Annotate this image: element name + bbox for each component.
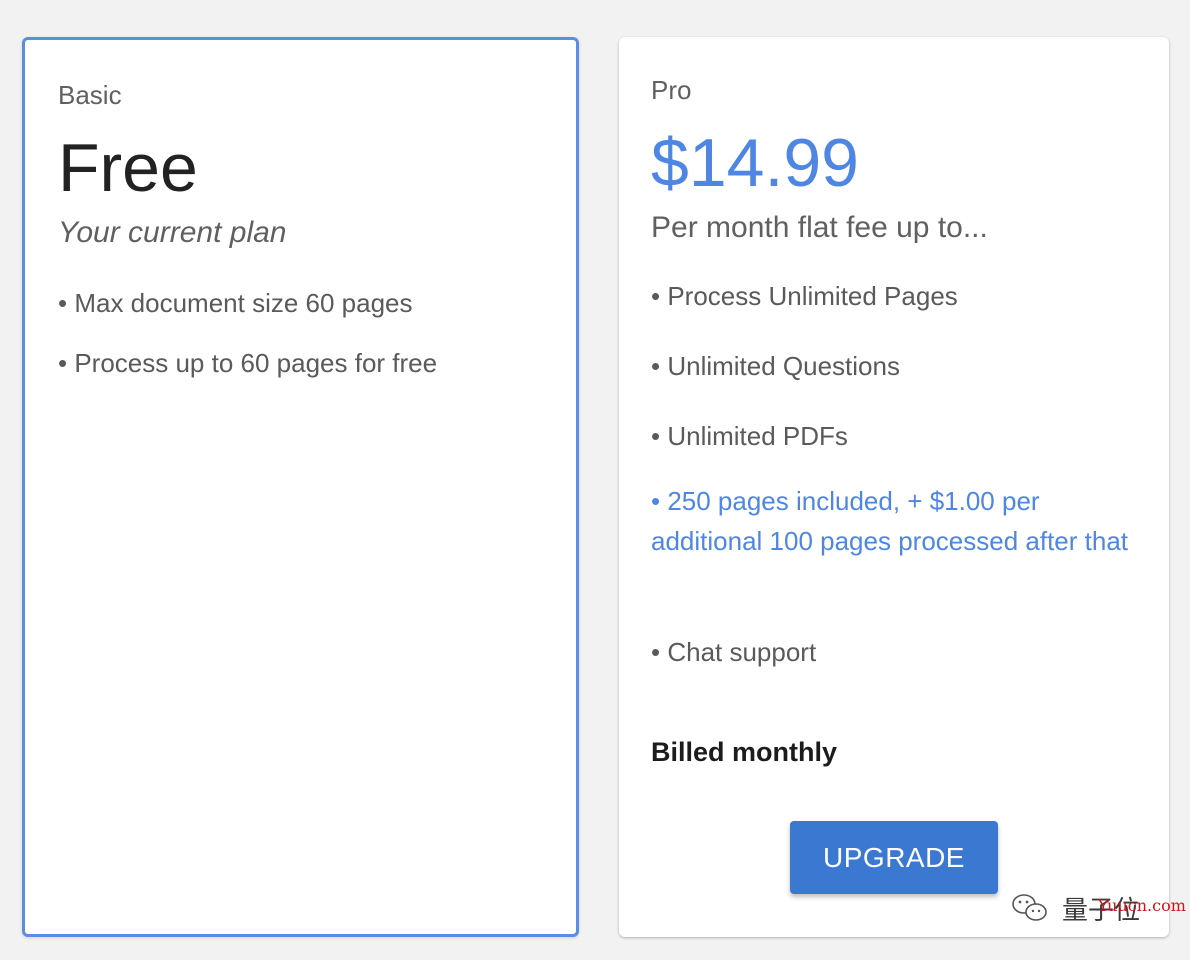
feature-item: • Process up to 60 pages for free — [58, 348, 438, 378]
feature-item-highlight: • 250 pages included, + $1.00 per additi… — [651, 486, 1129, 556]
feature-item: • Unlimited PDFs — [651, 421, 848, 451]
pro-plan-card: Pro $14.99 Per month flat fee up to... •… — [619, 37, 1169, 937]
plan-price: $14.99 — [651, 125, 859, 201]
feature-item: • Chat support — [651, 637, 817, 667]
plan-name: Pro — [651, 75, 692, 105]
plan-subtitle: Per month flat fee up to... — [651, 211, 988, 244]
feature-item: • Unlimited Questions — [651, 351, 900, 381]
current-plan-label: Your current plan — [58, 216, 287, 249]
plan-price: Free — [58, 130, 198, 206]
upgrade-button[interactable]: UPGRADE — [790, 821, 998, 894]
feature-item: • Max document size 60 pages — [58, 288, 413, 318]
billing-note: Billed monthly — [651, 737, 838, 767]
feature-item: • Process Unlimited Pages — [651, 281, 958, 311]
plan-name: Basic — [58, 80, 122, 110]
basic-plan-card: Basic Free Your current plan • Max docum… — [22, 37, 579, 937]
